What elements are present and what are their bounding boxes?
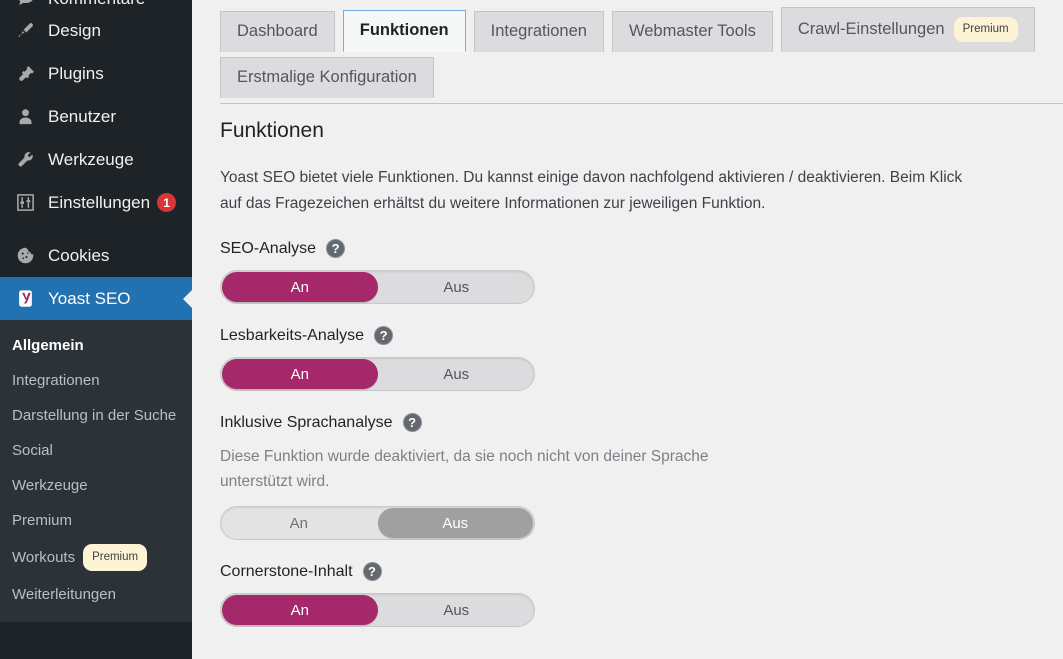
feature-lesbarkeits-analyse: Lesbarkeits-Analyse? An Aus xyxy=(220,326,1033,391)
sidebar-item-label: Plugins xyxy=(48,63,104,83)
page-title: Funktionen xyxy=(220,119,324,142)
tab-label: Integrationen xyxy=(490,22,587,40)
tab-bar: Dashboard Funktionen Integrationen Webmaste… xyxy=(192,0,1063,98)
submenu-item-integrationen[interactable]: Integrationen xyxy=(0,363,192,398)
toggle-inklusive-sprachanalyse[interactable]: An Aus xyxy=(220,506,535,540)
toggle-option-off[interactable]: Aus xyxy=(379,594,535,626)
toggle-option-off[interactable]: Aus xyxy=(379,271,535,303)
feature-header: Lesbarkeits-Analyse? xyxy=(220,326,1033,345)
feature-header: SEO-Analyse? xyxy=(220,239,1033,258)
sidebar-item-label: Design xyxy=(48,20,101,40)
tab-premium-badge: Premium xyxy=(953,17,1018,42)
yoast-submenu: Allgemein Integrationen Darstellung in der… xyxy=(0,320,192,622)
feature-inklusive-sprachanalyse: Inklusive Sprachanalyse? Diese Funktion w… xyxy=(220,413,1033,540)
sidebar-item-benutzer[interactable]: Benutzer xyxy=(0,95,192,138)
tab-label: Erstmalige Konfiguration xyxy=(237,68,417,86)
toggle-option-on[interactable]: An xyxy=(222,359,378,389)
submenu-item-label: Weiterleitungen xyxy=(12,586,116,603)
appearance-brush-icon xyxy=(12,20,38,42)
feature-title: SEO-Analyse xyxy=(220,239,317,257)
sidebar-item-design[interactable]: Design xyxy=(0,9,192,52)
screen: Kommentare Design Plugins Benutzer Werkzeuge… xyxy=(0,0,1063,659)
submenu-item-label: Premium xyxy=(12,512,73,529)
tab-funktionen[interactable]: Funktionen xyxy=(342,10,466,52)
feature-title: Inklusive Sprachanalyse xyxy=(220,413,393,431)
help-question-icon[interactable]: ? xyxy=(362,562,382,581)
users-person-icon xyxy=(12,106,38,128)
tab-row-secondary: Erstmalige Konfiguration xyxy=(220,56,1063,98)
toggle-option-off[interactable]: Aus xyxy=(379,358,535,390)
sidebar-item-label: Yoast SEO xyxy=(48,288,131,308)
sidebar-item-kommentare[interactable]: Kommentare xyxy=(0,0,192,9)
sidebar-item-yoast-seo[interactable]: Yoast SEO xyxy=(0,277,192,320)
sidebar-item-label: Benutzer xyxy=(48,106,117,126)
toggle-lesbarkeits-analyse[interactable]: An Aus xyxy=(220,357,535,391)
tab-bar-underline xyxy=(220,103,1063,104)
tab-label: Webmaster Tools xyxy=(628,22,756,40)
submenu-item-label: Werkzeuge xyxy=(12,477,88,494)
toggle-seo-analyse[interactable]: An Aus xyxy=(220,270,535,304)
tab-integrationen[interactable]: Integrationen xyxy=(473,11,604,52)
feature-header: Cornerstone-Inhalt? xyxy=(220,562,1033,581)
yoast-logo-icon xyxy=(12,288,38,310)
help-question-icon[interactable]: ? xyxy=(402,413,422,432)
sidebar-item-label: Einstellungen xyxy=(48,192,151,212)
sidebar-item-plugins[interactable]: Plugins xyxy=(0,52,192,95)
sidebar-item-werkzeuge[interactable]: Werkzeuge xyxy=(0,138,192,181)
comments-icon xyxy=(12,0,38,9)
wp-admin-menu: Kommentare Design Plugins Benutzer Werkzeuge… xyxy=(0,0,192,320)
submenu-item-label: Darstellung in der Suche xyxy=(12,407,177,424)
submenu-item-weiterleitungen[interactable]: Weiterleitungen xyxy=(0,577,192,612)
feature-toggle-list: SEO-Analyse? An Aus Lesbarkeits-Analyse? An A… xyxy=(220,239,1033,627)
toggle-option-on[interactable]: An xyxy=(222,272,378,302)
submenu-item-premium[interactable]: Premium xyxy=(0,503,192,538)
feature-title: Cornerstone-Inhalt xyxy=(220,562,353,580)
tab-crawl-einstellungen[interactable]: Crawl-Einstellungen Premium xyxy=(780,7,1035,52)
sidebar-item-cookies[interactable]: Cookies xyxy=(0,234,192,277)
tab-label: Crawl-Einstellungen xyxy=(797,20,945,38)
features-panel: Funktionen Yoast SEO bietet viele Funkti… xyxy=(192,97,1063,627)
submenu-item-darstellung-in-der-suche[interactable]: Darstellung in der Suche xyxy=(0,398,192,433)
toggle-option-on[interactable]: An xyxy=(222,595,378,625)
sidebar-item-einstellungen[interactable]: Einstellungen 1 xyxy=(0,181,192,224)
submenu-item-label: Allgemein xyxy=(12,337,84,354)
tab-erstmalige-konfiguration[interactable]: Erstmalige Konfiguration xyxy=(220,57,434,98)
feature-disabled-note: Diese Funktion wurde deaktiviert, da sie… xyxy=(220,448,709,490)
feature-cornerstone-inhalt: Cornerstone-Inhalt? An Aus xyxy=(220,562,1033,627)
submenu-item-workouts[interactable]: Workouts Premium xyxy=(0,538,192,577)
submenu-item-werkzeuge[interactable]: Werkzeuge xyxy=(0,468,192,503)
submenu-item-social[interactable]: Social xyxy=(0,433,192,468)
feature-title: Lesbarkeits-Analyse xyxy=(220,326,365,344)
cookie-icon xyxy=(12,245,38,267)
plugins-plug-icon xyxy=(12,63,38,85)
sidebar-item-count-badge: 1 xyxy=(157,193,177,212)
submenu-premium-badge: Premium xyxy=(83,544,148,571)
sidebar-item-label: Cookies xyxy=(48,245,110,265)
help-question-icon[interactable]: ? xyxy=(326,239,346,258)
toggle-cornerstone-inhalt[interactable]: An Aus xyxy=(220,593,535,627)
toggle-option-off[interactable]: Aus xyxy=(377,508,533,538)
feature-seo-analyse: SEO-Analyse? An Aus xyxy=(220,239,1033,304)
sidebar-item-label: Kommentare xyxy=(48,0,145,9)
tab-label: Dashboard xyxy=(237,22,318,40)
page-intro-text: Yoast SEO bietet viele Funktionen. Du ka… xyxy=(220,169,963,212)
tools-wrench-icon xyxy=(12,149,38,171)
tab-webmaster-tools[interactable]: Webmaster Tools xyxy=(611,11,773,52)
tab-label: Funktionen xyxy=(359,21,449,39)
main-content: Dashboard Funktionen Integrationen Webmaste… xyxy=(192,0,1063,659)
tab-row-primary: Dashboard Funktionen Integrationen Webmaste… xyxy=(220,6,1063,52)
submenu-item-label: Social xyxy=(12,442,53,459)
tab-dashboard[interactable]: Dashboard xyxy=(220,11,335,52)
help-question-icon[interactable]: ? xyxy=(374,326,394,345)
submenu-item-label: Workouts xyxy=(12,549,76,566)
feature-header: Inklusive Sprachanalyse? xyxy=(220,413,1033,432)
submenu-item-allgemein[interactable]: Allgemein xyxy=(0,328,192,363)
sidebar-item-label: Werkzeuge xyxy=(48,149,134,169)
wp-admin-sidebar: Kommentare Design Plugins Benutzer Werkzeuge… xyxy=(0,0,192,659)
toggle-option-on[interactable]: An xyxy=(221,507,377,539)
settings-sliders-icon xyxy=(12,192,38,214)
submenu-item-label: Integrationen xyxy=(12,372,100,389)
